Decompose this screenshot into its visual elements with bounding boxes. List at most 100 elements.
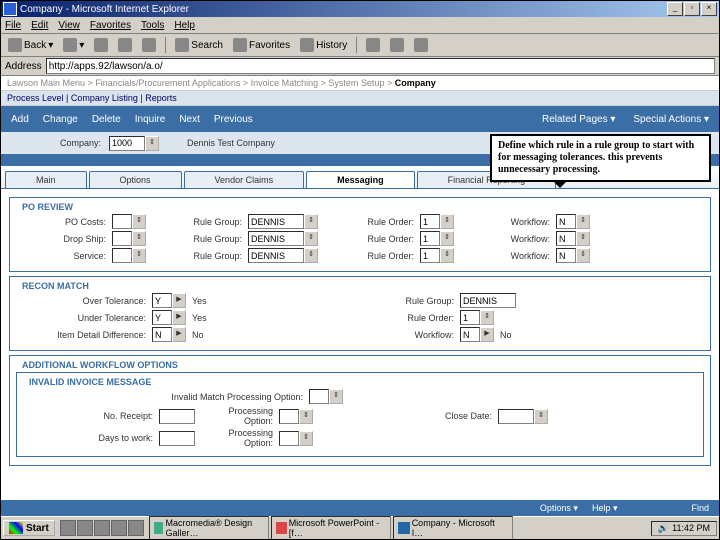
- action-change[interactable]: Change: [43, 114, 78, 125]
- lookup-icon[interactable]: ⇕: [480, 310, 494, 325]
- history-button[interactable]: History: [297, 37, 350, 53]
- lookup-icon[interactable]: ⇕: [440, 231, 454, 246]
- over-tolerance-input[interactable]: [152, 293, 172, 308]
- special-actions[interactable]: Special Actions ▾: [633, 114, 709, 125]
- workflow-input[interactable]: [556, 231, 576, 246]
- ql-ie-icon[interactable]: [60, 520, 76, 536]
- lookup-icon[interactable]: ⇕: [304, 214, 318, 229]
- ql-desktop-icon[interactable]: [94, 520, 110, 536]
- invalid-match-processing[interactable]: [309, 389, 329, 404]
- rule-order-input[interactable]: [420, 248, 440, 263]
- company-lookup-icon[interactable]: ⇕: [145, 136, 159, 151]
- sub-nav[interactable]: Process Level | Company Listing | Report…: [1, 91, 719, 106]
- lookup-icon[interactable]: ⇕: [304, 248, 318, 263]
- lookup-icon[interactable]: ⇕: [304, 231, 318, 246]
- minimize-button[interactable]: _: [667, 2, 683, 16]
- days-to-work-input[interactable]: [159, 431, 195, 446]
- ql-outlook-icon[interactable]: [77, 520, 93, 536]
- tab-main[interactable]: Main: [5, 171, 87, 188]
- menu-edit[interactable]: Edit: [31, 20, 48, 31]
- footer-options[interactable]: Options ▾: [540, 503, 578, 514]
- lookup-icon[interactable]: ⇕: [440, 248, 454, 263]
- company-name: Dennis Test Company: [187, 138, 275, 148]
- favorites-button[interactable]: Favorites: [230, 37, 293, 53]
- lookup-icon[interactable]: ⇕: [329, 389, 343, 404]
- ql-app-icon[interactable]: [111, 520, 127, 536]
- tab-vendor-claims[interactable]: Vendor Claims: [184, 171, 305, 188]
- taskbar: Start Macromedia® Design Galler… Microso…: [1, 516, 719, 539]
- lookup-icon[interactable]: ⇕: [576, 214, 590, 229]
- footer-find[interactable]: Find: [691, 503, 709, 513]
- rule-group-input[interactable]: [248, 214, 304, 229]
- rule-order-input[interactable]: [420, 231, 440, 246]
- item-detail-diff-input[interactable]: [152, 327, 172, 342]
- service-input[interactable]: [112, 248, 132, 263]
- lookup-icon[interactable]: ⇕: [534, 409, 548, 424]
- workflow-input[interactable]: [556, 214, 576, 229]
- drop-ship-input[interactable]: [112, 231, 132, 246]
- task-item[interactable]: Macromedia® Design Galler…: [149, 516, 269, 540]
- action-previous[interactable]: Previous: [214, 114, 253, 125]
- close-date-input[interactable]: [498, 409, 534, 424]
- lookup-icon[interactable]: ▶: [172, 327, 186, 342]
- menu-favorites[interactable]: Favorites: [90, 20, 131, 31]
- mail-button[interactable]: [363, 37, 383, 53]
- window-titlebar: Company - Microsoft Internet Explorer _ …: [1, 1, 719, 17]
- action-delete[interactable]: Delete: [92, 114, 121, 125]
- home-button[interactable]: [139, 37, 159, 53]
- footer-help[interactable]: Help ▾: [592, 503, 618, 514]
- maximize-button[interactable]: ▫: [684, 2, 700, 16]
- back-button[interactable]: Back ▾: [5, 37, 56, 53]
- action-add[interactable]: Add: [11, 114, 29, 125]
- action-inquire[interactable]: Inquire: [135, 114, 166, 125]
- forward-button[interactable]: ▾: [60, 37, 87, 53]
- rule-group-input[interactable]: [248, 248, 304, 263]
- edit-button[interactable]: [411, 37, 431, 53]
- related-pages[interactable]: Related Pages ▾: [542, 114, 615, 125]
- rule-group-input[interactable]: [248, 231, 304, 246]
- no-receipt-input[interactable]: [159, 409, 195, 424]
- lookup-icon[interactable]: ⇕: [132, 214, 146, 229]
- tab-options[interactable]: Options: [89, 171, 182, 188]
- recon-workflow[interactable]: [460, 327, 480, 342]
- close-button[interactable]: ×: [701, 2, 717, 16]
- menu-file[interactable]: File: [5, 20, 21, 31]
- search-button[interactable]: Search: [172, 37, 226, 53]
- company-input[interactable]: [109, 136, 145, 151]
- system-tray[interactable]: 🔊11:42 PM: [651, 521, 717, 536]
- ql-app2-icon[interactable]: [128, 520, 144, 536]
- ie-icon: [3, 2, 17, 16]
- address-input[interactable]: [46, 58, 715, 74]
- rule-order-input[interactable]: [420, 214, 440, 229]
- lookup-icon[interactable]: ⇕: [576, 248, 590, 263]
- task-item[interactable]: Microsoft PowerPoint - [f…: [271, 516, 391, 540]
- lookup-icon[interactable]: ⇕: [299, 409, 313, 424]
- workflow-input[interactable]: [556, 248, 576, 263]
- po-costs-input[interactable]: [112, 214, 132, 229]
- print-icon: [390, 38, 404, 52]
- lookup-icon[interactable]: ⇕: [299, 431, 313, 446]
- print-button[interactable]: [387, 37, 407, 53]
- task-item[interactable]: Company - Microsoft I…: [393, 516, 513, 540]
- lookup-icon[interactable]: ▶: [172, 293, 186, 308]
- lookup-icon[interactable]: ▶: [172, 310, 186, 325]
- processing-option-input[interactable]: [279, 409, 299, 424]
- recon-rule-group[interactable]: [460, 293, 516, 308]
- lookup-icon[interactable]: ⇕: [132, 248, 146, 263]
- lookup-icon[interactable]: ⇕: [576, 231, 590, 246]
- refresh-button[interactable]: [115, 37, 135, 53]
- menu-help[interactable]: Help: [174, 20, 195, 31]
- menu-view[interactable]: View: [58, 20, 80, 31]
- lookup-icon[interactable]: ⇕: [132, 231, 146, 246]
- under-tolerance-input[interactable]: [152, 310, 172, 325]
- action-next[interactable]: Next: [179, 114, 200, 125]
- recon-rule-order[interactable]: [460, 310, 480, 325]
- start-button[interactable]: Start: [3, 520, 55, 536]
- lookup-icon[interactable]: ⇕: [440, 214, 454, 229]
- home-icon: [142, 38, 156, 52]
- processing-option-input2[interactable]: [279, 431, 299, 446]
- menu-tools[interactable]: Tools: [141, 20, 164, 31]
- lookup-icon[interactable]: ▶: [480, 327, 494, 342]
- stop-button[interactable]: [91, 37, 111, 53]
- tab-messaging[interactable]: Messaging: [306, 171, 415, 188]
